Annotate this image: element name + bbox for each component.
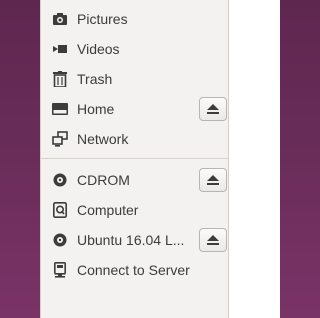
eject-button[interactable] (199, 228, 227, 252)
sidebar-item-label: Videos (77, 41, 120, 57)
disc-icon (51, 171, 69, 189)
desktop-background (0, 0, 40, 318)
sidebar-item-label: Computer (77, 202, 139, 218)
sidebar-item-label: Home (77, 101, 115, 117)
eject-button[interactable] (199, 97, 227, 121)
sidebar-item-network[interactable]: Network (41, 124, 230, 154)
files-sidebar: Pictures Videos Trash Home Network CDROM… (40, 0, 230, 318)
sidebar-item-label: Connect to Server (77, 262, 190, 278)
server-icon (51, 261, 69, 279)
sidebar-item-connect-to-server[interactable]: Connect to Server (41, 255, 230, 285)
sidebar-item-ubuntu-disc[interactable]: Ubuntu 16.04 L... (41, 225, 230, 255)
sidebar-item-home[interactable]: Home (41, 94, 230, 124)
sidebar-item-videos[interactable]: Videos (41, 34, 230, 64)
eject-icon (207, 175, 219, 185)
trash-icon (51, 70, 69, 88)
camera-icon (51, 10, 69, 28)
network-icon (51, 130, 69, 148)
video-icon (51, 40, 69, 58)
sidebar-item-computer[interactable]: Computer (41, 195, 230, 225)
section-divider (41, 158, 230, 159)
computer-icon (51, 201, 69, 219)
eject-icon (207, 104, 219, 114)
sidebar-item-label: Trash (77, 71, 113, 87)
home-folder-icon (51, 100, 69, 118)
eject-icon (207, 235, 219, 245)
sidebar-item-label: CDROM (77, 172, 130, 188)
sidebar-item-trash[interactable]: Trash (41, 64, 230, 94)
sidebar-item-label: Network (77, 131, 129, 147)
sidebar-item-label: Pictures (77, 11, 128, 27)
file-view-pane[interactable] (229, 0, 280, 318)
eject-button[interactable] (199, 168, 227, 192)
sidebar-item-cdrom[interactable]: CDROM (41, 165, 230, 195)
sidebar-item-label: Ubuntu 16.04 L... (77, 232, 185, 248)
sidebar-item-pictures[interactable]: Pictures (41, 4, 230, 34)
disc-icon (51, 231, 69, 249)
